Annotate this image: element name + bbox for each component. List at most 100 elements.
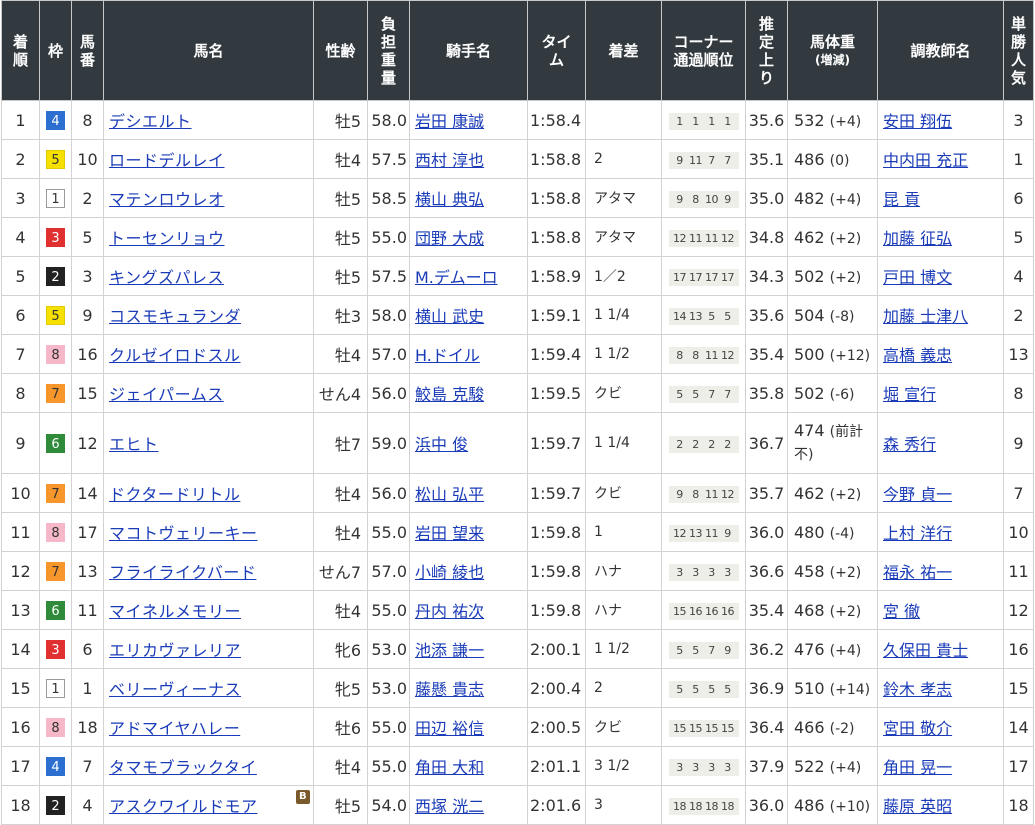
horse-name-link[interactable]: キングズパレス [109,268,224,287]
trainer-link[interactable]: 昆 貢 [883,190,920,209]
jockey-link[interactable]: 丹内 祐次 [415,602,484,621]
trainer-cell: 福永 祐一 [877,551,1004,591]
horse-name-link[interactable]: デシエルト [109,112,192,131]
corner-position: 5 [692,388,699,401]
corner-position: 15 [689,722,703,735]
trainer-link[interactable]: 中内田 充正 [883,151,968,170]
waku-cell: 7 [39,551,72,591]
corner-position: 18 [705,800,719,813]
corner-positions: 2222 [668,436,739,453]
jockey-link[interactable]: 鮫島 克駿 [415,385,484,404]
last3f-cell: 35.6 [745,295,788,335]
corner-position: 12 [721,488,735,501]
corner-position: 13 [689,527,703,540]
last3f-cell: 36.7 [745,412,788,474]
trainer-link[interactable]: 上村 洋行 [883,524,952,543]
horse-name-link[interactable]: トーセンリョウ [109,229,225,248]
trainer-link[interactable]: 宮田 敬介 [883,719,952,738]
trainer-link[interactable]: 久保田 貴士 [883,641,968,660]
horse-name-link[interactable]: ドクタードリトル [109,485,240,504]
body-weight-diff: (+2) [829,230,862,247]
trainer-link[interactable]: 福永 祐一 [883,563,952,582]
margin-cell: 2 [585,139,662,179]
corner-position: 5 [724,310,731,323]
header-waku: 枠 [39,0,72,101]
jockey-link[interactable]: 岩田 望来 [415,524,484,543]
jockey-link[interactable]: 西村 淳也 [415,151,484,170]
jockey-link[interactable]: M.デムーロ [415,268,498,287]
waku-cell: 2 [39,785,72,825]
jockey-link[interactable]: 浜中 俊 [415,435,468,454]
body-weight-cell: 502 (-6) [787,373,878,413]
jockey-link[interactable]: 田辺 裕信 [415,719,484,738]
jockey-link[interactable]: 角田 大和 [415,758,484,777]
waku-badge: 5 [46,306,65,325]
corner-positions: 9 8 10 9 [668,191,739,208]
horse-name-link[interactable]: コスモキュランダ [109,307,241,326]
margin-cell: 3 1/2 [585,746,662,786]
horse-name-link[interactable]: マテンロウレオ [109,190,225,209]
trainer-link[interactable]: 森 秀行 [883,435,936,454]
horse-name-link[interactable]: エリカヴァレリア [109,641,241,660]
horse-name-link[interactable]: エヒト [109,435,159,454]
sex-age-cell: せん4 [313,373,368,413]
corner-position: 16 [705,605,719,618]
corner-position: 17 [673,271,687,284]
corner-positions: 18 18 18 18 [668,798,739,815]
popularity-cell: 3 [1003,100,1034,140]
horse-name-link[interactable]: アスクワイルドモア [109,797,258,816]
horse-name-link[interactable]: アドマイヤハレー [109,719,240,738]
corner-position: 5 [692,683,699,696]
corner-position: 1 [708,115,715,128]
jockey-link[interactable]: 小崎 綾也 [415,563,484,582]
jockey-link[interactable]: 横山 典弘 [415,190,484,209]
jockey-link[interactable]: 池添 謙一 [415,641,484,660]
trainer-cell: 久保田 貴士 [877,629,1004,669]
trainer-link[interactable]: 宮 徹 [883,602,920,621]
horse-name-link[interactable]: クルゼイロドスル [109,346,241,365]
trainer-link[interactable]: 今野 貞一 [883,485,952,504]
trainer-link[interactable]: 戸田 博文 [883,268,952,287]
horse-name-link[interactable]: マコトヴェリーキー [109,524,258,543]
jockey-link[interactable]: 西塚 洸二 [415,797,484,816]
rank-cell: 13 [1,590,40,630]
trainer-link[interactable]: 藤原 英昭 [883,797,952,816]
horse-name-cell: クルゼイロドスル [103,334,314,374]
waku-cell: 1 [39,178,72,218]
corner-position: 9 [724,527,731,540]
umaban-cell: 4 [71,785,104,825]
umaban-cell: 2 [71,178,104,218]
horse-name-cell: エリカヴァレリア [103,629,314,669]
jockey-link[interactable]: H.ドイル [415,346,480,365]
jockey-link[interactable]: 岩田 康誠 [415,112,484,131]
horse-name-link[interactable]: タマモブラックタイ [109,758,257,777]
trainer-link[interactable]: 堀 宣行 [883,385,936,404]
horse-name-link[interactable]: ロードデルレイ [109,151,225,170]
corner-cell: 3333 [661,551,746,591]
waku-badge: 3 [46,228,65,247]
jockey-link[interactable]: 藤懸 貴志 [415,680,484,699]
jockey-link[interactable]: 横山 武史 [415,307,484,326]
weight-cell: 58.5 [367,178,410,218]
trainer-link[interactable]: 加藤 士津八 [883,307,968,326]
trainer-link[interactable]: 鈴木 孝志 [883,680,952,699]
horse-name-link[interactable]: マイネルメモリー [109,602,241,621]
body-weight-diff: (-2) [829,720,855,737]
horse-name-link[interactable]: ベリーヴィーナス [109,680,241,699]
corner-position: 11 [689,154,703,167]
margin-cell: クビ [585,473,662,513]
trainer-link[interactable]: 安田 翔伍 [883,112,952,131]
trainer-link[interactable]: 高橋 義忠 [883,346,952,365]
jockey-link[interactable]: 松山 弘平 [415,485,484,504]
corner-position: 17 [689,271,703,284]
table-row: 11 8 17 マコトヴェリーキー 牡4 55.0 岩田 望来 1:59.8 1 12 13 11 9 3… [1,512,1034,552]
corner-position: 15 [673,605,687,618]
trainer-link[interactable]: 加藤 征弘 [883,229,952,248]
table-row: 12 7 13 フライライクバード せん7 57.0 小崎 綾也 1:59.8 ハナ 3 3 3 3 36… [1,551,1034,591]
trainer-link[interactable]: 角田 晃一 [883,758,952,777]
horse-name-link[interactable]: ジェイパームス [109,385,224,404]
last3f-cell: 35.1 [745,139,788,179]
horse-name-link[interactable]: フライライクバード [109,563,256,582]
jockey-link[interactable]: 団野 大成 [415,229,484,248]
sex-age-cell: 牡5 [313,178,368,218]
